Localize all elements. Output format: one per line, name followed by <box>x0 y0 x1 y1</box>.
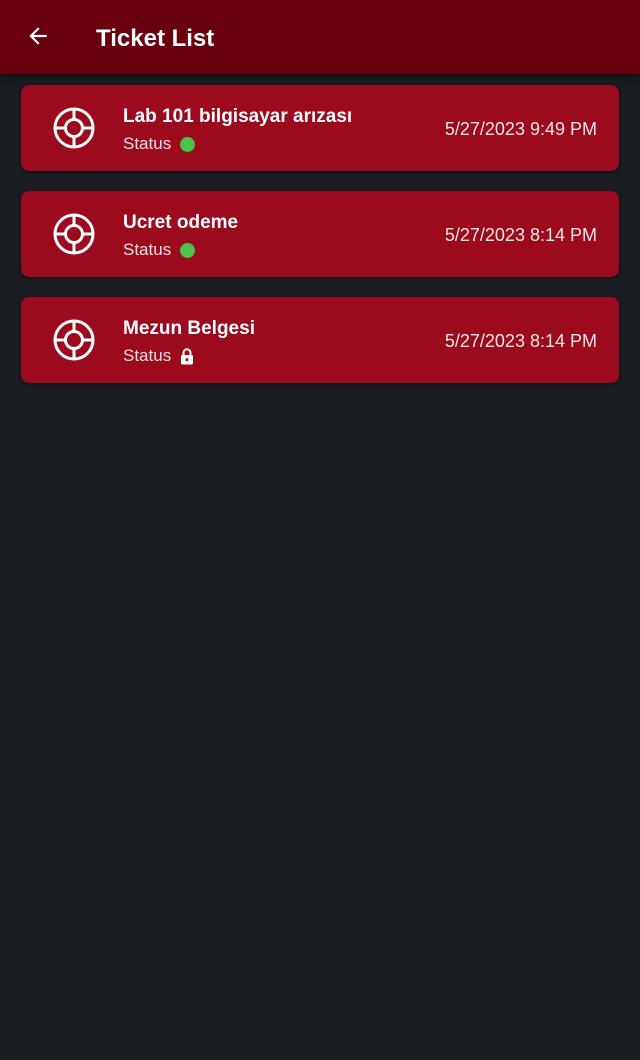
status-row: Status <box>123 239 196 261</box>
lifebuoy-icon <box>53 107 95 149</box>
ticket-title: Ucret odeme <box>123 212 239 233</box>
ticket-date: 5/27/2023 8:14 PM <box>444 225 597 245</box>
ticket-title: Mezun Belgesi <box>123 318 255 339</box>
ticket-date: 5/27/2023 9:49 PM <box>444 119 597 139</box>
lifebuoy-icon <box>53 213 95 255</box>
ticket-title: Lab 101 bilgisayar arızası <box>123 106 353 127</box>
status-row: Status <box>123 345 194 367</box>
ticket-list: Lab 101 bilgisayar arızası Status 5/27/2… <box>21 85 619 403</box>
status-label: Status <box>123 240 172 259</box>
page-title: Ticket List <box>96 25 215 52</box>
ticket-card[interactable]: Lab 101 bilgisayar arızası Status 5/27/2… <box>21 85 619 171</box>
status-label: Status <box>123 346 172 365</box>
status-row: Status <box>123 133 196 155</box>
status-label: Status <box>123 134 172 153</box>
ticket-card[interactable]: Ucret odeme Status 5/27/2023 8:14 PM <box>21 191 619 277</box>
back-button[interactable] <box>16 14 60 58</box>
lock-icon <box>181 347 194 364</box>
lifebuoy-icon <box>53 319 95 361</box>
green-dot-icon <box>180 136 196 152</box>
arrow-left-icon <box>29 27 47 45</box>
app-bar: Ticket List <box>0 0 640 74</box>
ticket-date: 5/27/2023 8:14 PM <box>444 331 597 351</box>
green-dot-icon <box>180 242 196 258</box>
ticket-card[interactable]: Mezun Belgesi Status 5/27/2023 8:14 PM <box>21 297 619 383</box>
